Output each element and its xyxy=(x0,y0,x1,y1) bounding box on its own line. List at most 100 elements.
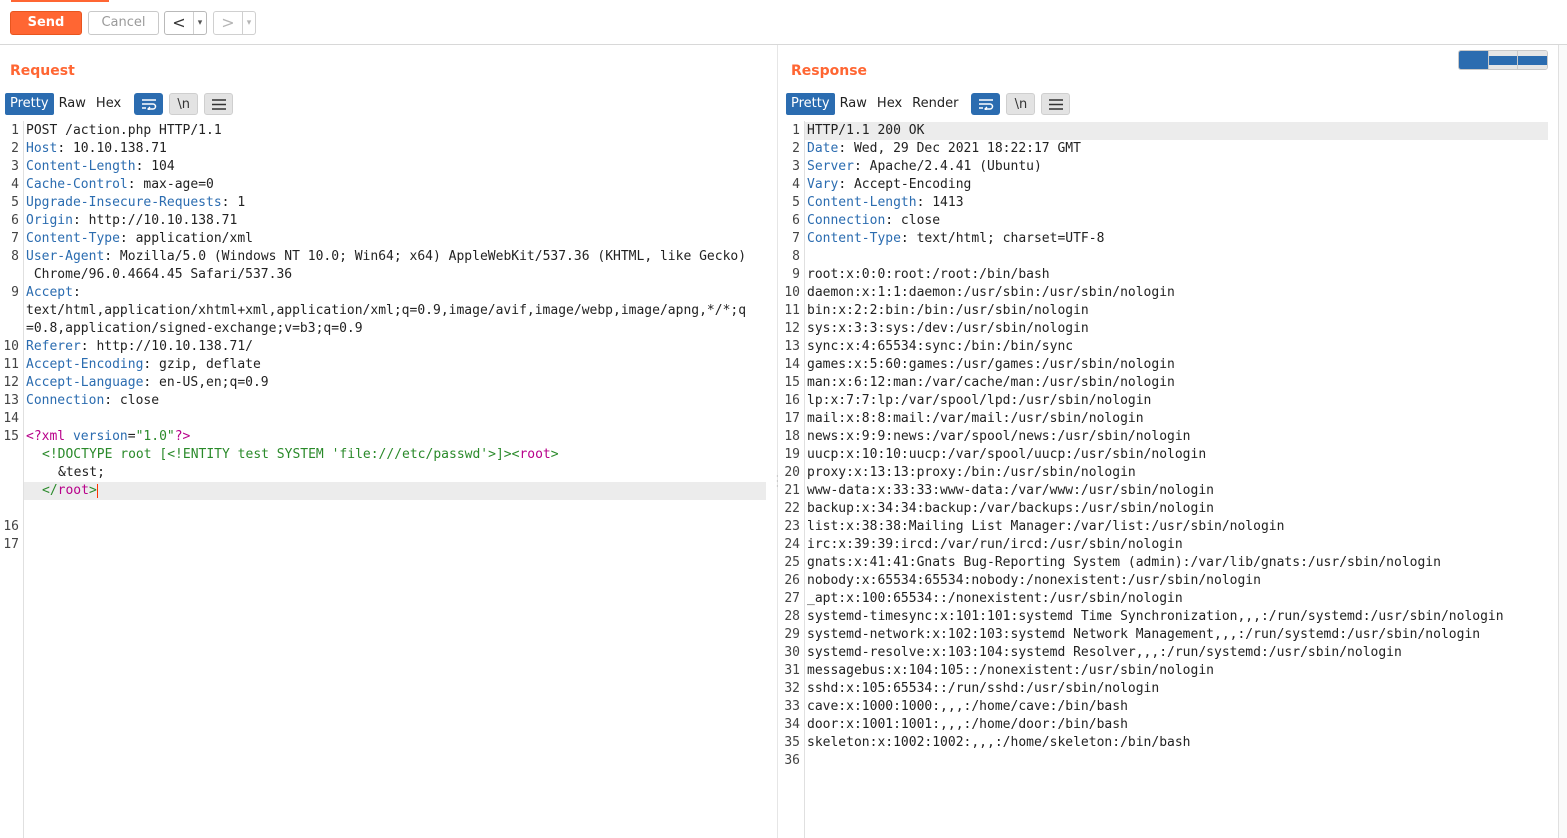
request-line-number: 17 xyxy=(3,537,19,552)
layout-single-icon[interactable] xyxy=(1517,51,1547,69)
vertical-scrollbar[interactable] xyxy=(1558,45,1567,838)
request-header-value: : http://10.10.138.71/ xyxy=(80,339,253,354)
request-header-value: : 10.10.138.71 xyxy=(57,141,167,156)
response-line-number: 20 xyxy=(784,465,800,480)
response-code-line: Content-Type: text/html; charset=UTF-8 xyxy=(807,230,1104,248)
response-line-number: 17 xyxy=(784,411,800,426)
request-line-number xyxy=(0,302,19,320)
layout-columns-icon[interactable] xyxy=(1459,51,1488,69)
response-line-number: 9 xyxy=(792,267,800,282)
response-code-line: Server: Apache/2.4.41 (Ubuntu) xyxy=(807,158,1042,176)
wrap-lines-icon[interactable] xyxy=(971,93,1001,115)
response-line-number: 11 xyxy=(784,303,800,318)
response-header-value: : 1413 xyxy=(916,195,964,210)
response-code-line: daemon:x:1:1:daemon:/usr/sbin:/usr/sbin/… xyxy=(807,284,1175,302)
forward-arrow-icon[interactable]: > xyxy=(214,12,242,34)
request-code-line: Accept-Language: en-US,en;q=0.9 xyxy=(26,374,269,392)
history-back-control[interactable]: < ▾ xyxy=(164,11,207,35)
request-line-number: 1 xyxy=(11,123,19,138)
response-line-text: gnats:x:41:41:Gnats Bug-Reporting System… xyxy=(807,555,1441,570)
newline-icon[interactable]: \n xyxy=(169,93,199,115)
request-tab-pretty[interactable]: Pretty xyxy=(5,93,54,115)
response-line-text: systemd-network:x:102:103:systemd Networ… xyxy=(807,627,1481,642)
response-line-text: root:x:0:0:root:/root:/bin/bash xyxy=(807,267,1050,282)
request-header-value: : close xyxy=(104,393,160,408)
request-code-line: text/html,application/xhtml+xml,applicat… xyxy=(26,302,746,320)
response-line-number: 14 xyxy=(784,357,800,372)
layout-rows-icon[interactable] xyxy=(1487,51,1518,69)
cancel-button[interactable]: Cancel xyxy=(88,11,159,35)
response-code-line: messagebus:x:104:105::/nonexistent:/usr/… xyxy=(807,662,1214,680)
response-tab-raw[interactable]: Raw xyxy=(835,93,872,115)
current-line-highlight xyxy=(24,482,766,500)
response-line-number: 27 xyxy=(784,591,800,606)
request-code-line: Connection: close xyxy=(26,392,159,410)
hamburger-menu-icon[interactable] xyxy=(204,93,234,115)
response-code-line: Vary: Accept-Encoding xyxy=(807,176,971,194)
response-editor[interactable]: 1 HTTP/1.1 200 OK 2 Date: Wed, 29 Dec 2021 … xyxy=(781,121,1551,838)
response-code-line: mail:x:8:8:mail:/var/mail:/usr/sbin/nolo… xyxy=(807,410,1144,428)
wrap-lines-icon[interactable] xyxy=(134,93,164,115)
response-tab-hex[interactable]: Hex xyxy=(872,93,907,115)
hamburger-menu-icon[interactable] xyxy=(1041,93,1071,115)
xml-entity-reference: &test; xyxy=(58,465,105,480)
request-header-name: Host xyxy=(26,141,58,156)
request-header-name: Content-Type xyxy=(26,231,120,246)
request-header-name: Upgrade-Insecure-Requests xyxy=(26,195,222,210)
request-header-value: : application/xml xyxy=(119,231,253,246)
send-button[interactable]: Send xyxy=(10,11,82,35)
response-line-text: HTTP/1.1 200 OK xyxy=(807,123,925,138)
request-header-name: Referer xyxy=(26,339,81,354)
request-header-value: : http://10.10.138.71 xyxy=(72,213,238,228)
forward-dropdown-icon[interactable]: ▾ xyxy=(242,12,255,34)
response-line-number: 26 xyxy=(784,573,800,588)
response-line-number: 25 xyxy=(784,555,800,570)
response-line-text: news:x:9:9:news:/var/spool/news:/usr/sbi… xyxy=(807,429,1191,444)
request-tab-raw[interactable]: Raw xyxy=(54,93,91,115)
response-line-number: 16 xyxy=(784,393,800,408)
response-line-number: 10 xyxy=(784,285,800,300)
history-forward-control[interactable]: > ▾ xyxy=(213,11,256,35)
request-code-line: =0.8,application/signed-exchange;v=b3;q=… xyxy=(26,320,363,338)
back-dropdown-icon[interactable]: ▾ xyxy=(193,12,206,34)
response-line-text: door:x:1001:1001:,,,:/home/door:/bin/bas… xyxy=(807,717,1128,732)
response-code-line: cave:x:1000:1000:,,,:/home/cave:/bin/bas… xyxy=(807,698,1128,716)
response-line-text: www-data:x:33:33:www-data:/var/www:/usr/… xyxy=(807,483,1214,498)
response-header-value: : text/html; charset=UTF-8 xyxy=(900,231,1105,246)
request-code-line: Accept-Encoding: gzip, deflate xyxy=(26,356,261,374)
request-header-name: Cache-Control xyxy=(26,177,128,192)
response-code-line: HTTP/1.1 200 OK xyxy=(807,122,924,140)
request-header-name: User-Agent xyxy=(26,249,105,264)
response-line-text: irc:x:39:39:ircd:/var/run/ircd:/usr/sbin… xyxy=(807,537,1183,552)
request-code-line: Referer: http://10.10.138.71/ xyxy=(26,338,253,356)
panel-resize-handle[interactable]: · · · xyxy=(776,473,779,491)
request-line-number: 2 xyxy=(11,141,19,156)
request-line-number: 4 xyxy=(11,177,19,192)
request-code-line: Cache-Control: max-age=0 xyxy=(26,176,214,194)
panel-divider[interactable] xyxy=(777,45,778,838)
request-line-number: 11 xyxy=(3,357,19,372)
layout-selector[interactable] xyxy=(1458,50,1548,70)
request-gutter xyxy=(23,121,24,838)
response-tab-pretty[interactable]: Pretty xyxy=(786,93,835,115)
request-line-number: 8 xyxy=(11,249,19,264)
request-tab-hex[interactable]: Hex xyxy=(91,93,126,115)
newline-icon[interactable]: \n xyxy=(1006,93,1036,115)
request-header-value: : gzip, deflate xyxy=(143,357,261,372)
response-tab-render[interactable]: Render xyxy=(907,93,963,115)
response-header-value: : Apache/2.4.41 (Ubuntu) xyxy=(853,159,1042,174)
response-line-number: 6 xyxy=(792,213,800,228)
response-line-number: 12 xyxy=(784,321,800,336)
request-code-line: Content-Length: 104 xyxy=(26,158,175,176)
response-line-text: mail:x:8:8:mail:/var/mail:/usr/sbin/nolo… xyxy=(807,411,1144,426)
active-tab-indicator xyxy=(11,0,109,2)
request-header-value: : max-age=0 xyxy=(127,177,214,192)
response-header-value: : close xyxy=(885,213,941,228)
response-line-number: 2 xyxy=(792,141,800,156)
response-line-number: 36 xyxy=(784,753,800,768)
back-arrow-icon[interactable]: < xyxy=(165,12,193,34)
request-code-line: Chrome/96.0.4664.45 Safari/537.36 xyxy=(26,266,292,284)
request-editor[interactable]: 1 POST /action.php HTTP/1.1 2 Host: 10.10.1… xyxy=(0,121,770,838)
response-line-text: sync:x:4:65534:sync:/bin:/bin/sync xyxy=(807,339,1074,354)
response-view-tabs: Pretty Raw Hex Render \n xyxy=(786,93,1071,115)
